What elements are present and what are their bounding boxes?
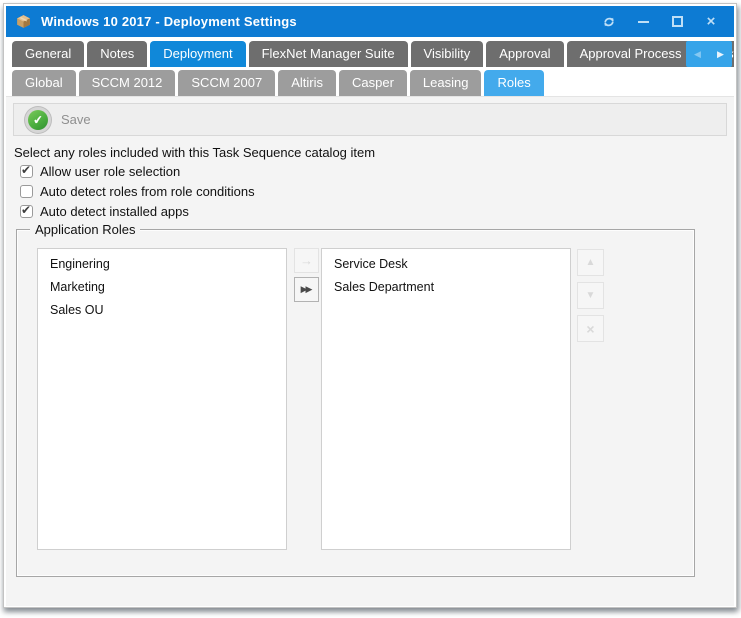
- checkbox[interactable]: [20, 185, 33, 198]
- delete-icon: ×: [586, 321, 594, 337]
- tab-general[interactable]: General: [12, 41, 84, 67]
- double-arrow-right-icon: ▶▶: [301, 284, 313, 295]
- tab-approval[interactable]: Approval: [486, 41, 563, 67]
- checkbox-row-auto-detect-installed-apps[interactable]: Auto detect installed apps: [20, 203, 734, 220]
- screen: Windows 10 2017 - Deployment Settings × …: [0, 0, 741, 618]
- list-item[interactable]: Marketing: [38, 275, 286, 298]
- tab-scroll-left-icon[interactable]: ◀: [694, 50, 701, 59]
- tab-deployment[interactable]: Deployment: [150, 41, 245, 67]
- save-check-icon: ✔: [28, 110, 48, 130]
- list-item[interactable]: Service Desk: [322, 252, 570, 275]
- move-right-button[interactable]: →: [294, 248, 319, 273]
- tab-casper[interactable]: Casper: [339, 70, 407, 96]
- primary-tab-bar: General Notes Deployment FlexNet Manager…: [6, 37, 734, 67]
- checkbox-label: Auto detect roles from role conditions: [40, 184, 255, 199]
- refresh-icon: [602, 15, 616, 29]
- tab-sccm-2012[interactable]: SCCM 2012: [79, 70, 176, 96]
- arrow-down-icon: ▼: [586, 290, 596, 301]
- roles-tab-content: ✔ Save Select any roles included with th…: [6, 96, 734, 606]
- instruction-text: Select any roles included with this Task…: [14, 145, 734, 160]
- groupbox-title: Application Roles: [30, 222, 140, 237]
- close-button[interactable]: ×: [694, 9, 728, 35]
- checkbox-row-allow-user-role-selection[interactable]: Allow user role selection: [20, 163, 734, 180]
- refresh-button[interactable]: [592, 9, 626, 35]
- titlebar: Windows 10 2017 - Deployment Settings ×: [6, 6, 734, 37]
- close-icon: ×: [707, 14, 716, 29]
- checkbox-label: Auto detect installed apps: [40, 204, 189, 219]
- available-roles-listbox[interactable]: Enginering Marketing Sales OU: [37, 248, 287, 550]
- minimize-button[interactable]: [626, 9, 660, 35]
- move-all-right-button[interactable]: ▶▶: [294, 277, 319, 302]
- move-down-button[interactable]: ▼: [577, 282, 604, 309]
- minimize-icon: [638, 21, 649, 23]
- save-button[interactable]: ✔ Save: [24, 110, 91, 130]
- tab-visibility[interactable]: Visibility: [411, 41, 484, 67]
- list-item[interactable]: Sales Department: [322, 275, 570, 298]
- secondary-tab-bar: Global SCCM 2012 SCCM 2007 Altiris Caspe…: [6, 67, 734, 96]
- delete-button[interactable]: ×: [577, 315, 604, 342]
- toolbar: ✔ Save: [13, 103, 727, 136]
- deployment-settings-window: Windows 10 2017 - Deployment Settings × …: [3, 3, 737, 608]
- tab-roles[interactable]: Roles: [484, 70, 543, 96]
- tab-global[interactable]: Global: [12, 70, 76, 96]
- move-up-button[interactable]: ▲: [577, 249, 604, 276]
- tab-notes[interactable]: Notes: [87, 41, 147, 67]
- checkbox[interactable]: [20, 205, 33, 218]
- tab-leasing[interactable]: Leasing: [410, 70, 482, 96]
- arrow-right-icon: →: [300, 253, 313, 268]
- checkbox-row-auto-detect-roles[interactable]: Auto detect roles from role conditions: [20, 183, 734, 200]
- tab-sccm-2007[interactable]: SCCM 2007: [178, 70, 275, 96]
- maximize-button[interactable]: [660, 9, 694, 35]
- tab-scroll-control: ◀ ▶: [686, 41, 732, 67]
- tab-approval-process[interactable]: Approval Process: [567, 41, 695, 67]
- list-item[interactable]: Enginering: [38, 252, 286, 275]
- arrow-up-icon: ▲: [586, 257, 596, 268]
- save-button-label: Save: [61, 112, 91, 127]
- checkbox[interactable]: [20, 165, 33, 178]
- tab-altiris[interactable]: Altiris: [278, 70, 336, 96]
- tab-flexnet-manager-suite[interactable]: FlexNet Manager Suite: [249, 41, 408, 67]
- checkbox-label: Allow user role selection: [40, 164, 180, 179]
- list-item[interactable]: Sales OU: [38, 298, 286, 321]
- tab-scroll-right-icon[interactable]: ▶: [717, 50, 724, 59]
- window-title: Windows 10 2017 - Deployment Settings: [41, 14, 297, 29]
- package-icon: [15, 13, 32, 30]
- selected-roles-listbox[interactable]: Service Desk Sales Department: [321, 248, 571, 550]
- maximize-icon: [672, 16, 683, 27]
- application-roles-groupbox: Application Roles Enginering Marketing S…: [16, 229, 695, 577]
